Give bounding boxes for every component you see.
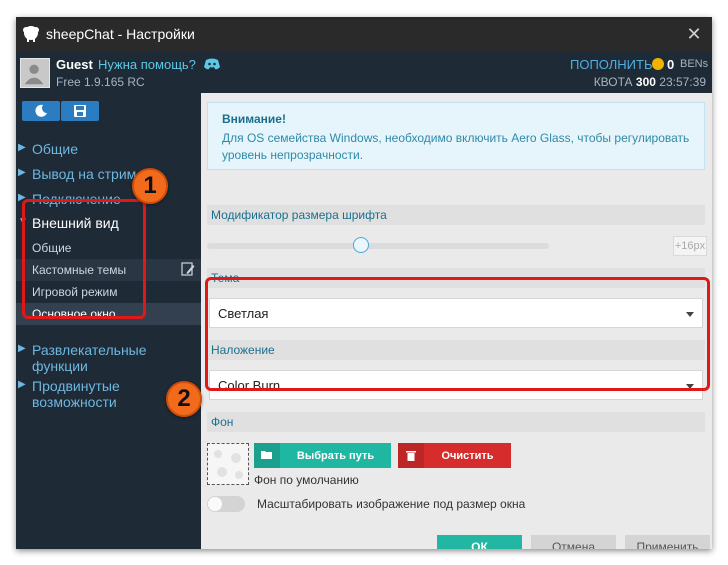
username: Guest	[56, 57, 93, 72]
discord-icon[interactable]	[204, 58, 220, 70]
trash-icon	[398, 443, 424, 468]
caret-right-icon: ▶	[18, 142, 26, 153]
aero-glass-notice: Внимание! Для OS семейства Windows, необ…	[207, 102, 705, 170]
sidebar-item-stream-output[interactable]: ▶ Вывод на стрим	[16, 166, 201, 186]
folder-open-icon	[254, 443, 280, 468]
close-icon[interactable]: ✕	[684, 24, 704, 44]
save-icon	[74, 105, 86, 117]
quota-label: КВОТА	[593, 75, 633, 89]
user-silhouette-icon	[24, 64, 44, 85]
font-size-value: +16px	[673, 236, 707, 256]
sidebar-item-general[interactable]: ▶ Общие	[16, 141, 201, 161]
caret-right-icon: ▶	[18, 167, 26, 178]
caret-right-icon: ▶	[18, 379, 26, 390]
annotation-highlight-theme-blend	[205, 277, 710, 391]
apply-button[interactable]: Применить	[625, 535, 710, 549]
annotation-highlight-sidebar	[22, 199, 146, 319]
coin-balance: 0	[667, 57, 675, 72]
avatar[interactable]	[20, 58, 50, 88]
edit-theme-icon[interactable]	[181, 262, 195, 276]
sidebar-item-entertainment[interactable]: ▶ Развлекательные функции	[16, 342, 201, 378]
currency-label: BENs	[680, 58, 709, 70]
annotation-badge-2: 2	[166, 381, 202, 417]
title-bar: sheepChat - Настройки ✕	[16, 17, 712, 51]
moon-icon	[35, 104, 47, 117]
settings-sidebar: ▶ Общие ▶ Вывод на стрим ▶ Подключение ▼…	[16, 93, 201, 549]
notice-title: Внимание!	[222, 112, 286, 126]
toggle-knob	[208, 497, 222, 511]
window-title: sheepChat - Настройки	[46, 26, 195, 42]
pattern-thumbnail-icon	[214, 450, 243, 479]
night-mode-button[interactable]	[22, 101, 60, 121]
user-bar: Guest Нужна помощь? Free 1.9.165 RC ПОПО…	[16, 51, 712, 93]
topup-link[interactable]: ПОПОЛНИТЬ	[570, 57, 653, 72]
choose-path-button[interactable]: Выбрать путь	[254, 443, 391, 468]
quota-value: 300	[635, 75, 656, 89]
background-section-header: Фон	[207, 412, 705, 432]
scale-image-label: Масштабировать изображение под размер ок…	[257, 497, 526, 511]
font-size-section-header: Модификатор размера шрифта	[207, 205, 705, 225]
caret-right-icon: ▶	[18, 343, 26, 354]
help-link[interactable]: Нужна помощь?	[98, 57, 196, 72]
quota-info: КВОТА 300 23:57:39	[594, 75, 706, 89]
cancel-button[interactable]: Отмена	[531, 535, 616, 549]
annotation-badge-1: 1	[132, 168, 168, 204]
coin-icon	[652, 58, 664, 70]
scale-image-toggle[interactable]	[207, 496, 245, 512]
ok-button[interactable]: ОК	[437, 535, 522, 549]
clock: 23:57:39	[659, 75, 706, 89]
font-size-slider-handle[interactable]	[352, 237, 369, 253]
clear-button[interactable]: Очистить	[398, 443, 511, 468]
font-size-slider[interactable]	[207, 243, 549, 249]
default-background-caption: Фон по умолчанию	[254, 473, 359, 487]
notice-body: Для OS семейства Windows, необходимо вкл…	[222, 131, 690, 162]
sheep-logo-icon	[23, 26, 39, 42]
save-button[interactable]	[61, 101, 99, 121]
version-label: Free 1.9.165 RC	[56, 75, 145, 89]
background-preview[interactable]	[207, 443, 249, 485]
